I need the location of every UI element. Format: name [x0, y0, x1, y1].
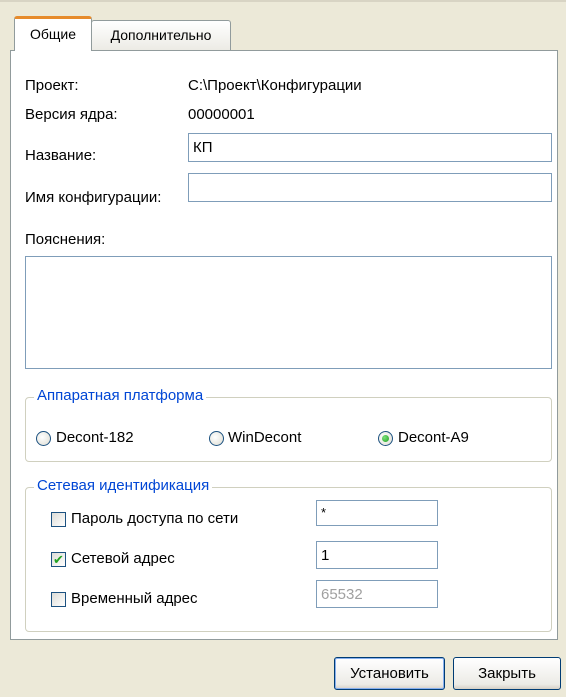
network-id-group: Сетевая идентификация Пароль доступа по … [25, 477, 552, 632]
install-button[interactable]: Установить [334, 657, 445, 690]
temp-address-checkbox[interactable] [51, 592, 66, 607]
core-version-label: Версия ядра: [25, 106, 118, 123]
radio-windecont[interactable] [209, 431, 224, 446]
tab-additional[interactable]: Дополнительно [91, 20, 231, 50]
name-input[interactable] [188, 133, 552, 162]
password-label[interactable]: Пароль доступа по сети [71, 510, 238, 527]
password-input[interactable] [316, 500, 438, 526]
config-name-input[interactable] [188, 173, 552, 202]
hardware-platform-title: Аппаратная платформа [34, 387, 207, 404]
tab-general[interactable]: Общие [14, 16, 92, 51]
temp-address-label[interactable]: Временный адрес [71, 590, 198, 607]
core-version-value: 00000001 [188, 106, 255, 123]
config-name-label: Имя конфигурации: [25, 189, 162, 206]
network-address-input[interactable] [316, 541, 438, 569]
hardware-platform-group: Аппаратная платформа Decont-182 WinDecon… [25, 387, 552, 462]
network-id-title: Сетевая идентификация [34, 477, 213, 494]
notes-textarea[interactable] [25, 256, 552, 369]
network-address-label[interactable]: Сетевой адрес [71, 550, 175, 567]
radio-decont-a9-label[interactable]: Decont-A9 [398, 429, 469, 446]
project-value: C:\Проект\Конфигурации [188, 77, 362, 94]
radio-decont-a9[interactable] [378, 431, 393, 446]
tab-panel-general: Проект: C:\Проект\Конфигурации Версия яд… [10, 50, 558, 640]
name-label: Название: [25, 147, 97, 164]
network-address-checkbox[interactable]: ✔ [51, 552, 66, 567]
temp-address-input [316, 580, 438, 608]
radio-decont-182[interactable] [36, 431, 51, 446]
password-checkbox[interactable] [51, 512, 66, 527]
project-label: Проект: [25, 77, 79, 94]
window-top-border [0, 0, 566, 2]
radio-windecont-label[interactable]: WinDecont [228, 429, 301, 446]
notes-label: Пояснения: [25, 231, 106, 248]
close-button[interactable]: Закрыть [453, 657, 561, 690]
radio-decont-182-label[interactable]: Decont-182 [56, 429, 134, 446]
